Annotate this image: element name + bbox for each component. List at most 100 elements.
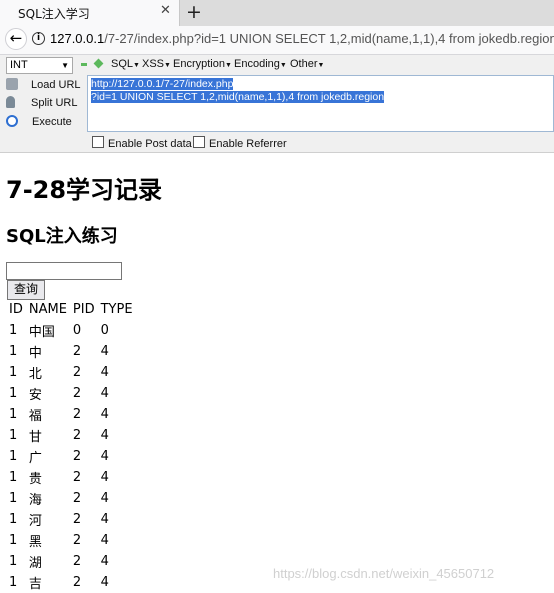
url-host: 127.0.0.1 bbox=[50, 31, 105, 46]
table-cell: 中国 bbox=[28, 325, 55, 340]
menu-xss-label: XSS bbox=[142, 58, 165, 70]
enable-post-label: Enable Post data bbox=[108, 138, 192, 150]
table-cell: 4 bbox=[100, 575, 109, 590]
execute-label: Execute bbox=[32, 116, 72, 128]
table-cell: 1 bbox=[9, 386, 18, 401]
load-url-button[interactable]: Load URL bbox=[6, 78, 81, 91]
table-cell: 2 bbox=[72, 470, 82, 485]
tab-title: SQL注入学习 bbox=[18, 7, 90, 21]
minus-icon[interactable] bbox=[81, 63, 87, 66]
table-cell: 2 bbox=[72, 449, 82, 464]
url-path: /7-27/index.php?id=1 UNION SELECT 1,2,mi… bbox=[104, 31, 554, 46]
table-row: 1贵 2 4 bbox=[6, 467, 136, 488]
load-url-label: Load URL bbox=[31, 79, 81, 91]
table-cell: 4 bbox=[100, 554, 109, 569]
table-cell: 1 bbox=[9, 407, 18, 422]
table-cell: 4 bbox=[100, 491, 109, 506]
split-url-button[interactable]: Split URL bbox=[6, 96, 77, 109]
table-body: 1 中国 0 0 1 中 2 4 1 北 2 4 1 安 2 4 1 福 2 4 1 甘 2 4 1 广 2 4 1 贵 2 4 1 海 2 4 1 河 2… bbox=[6, 320, 136, 593]
query-button[interactable]: 查询 bbox=[7, 280, 46, 300]
table-cell: 北 bbox=[28, 367, 42, 382]
menu-encoding[interactable]: Encoding▼ bbox=[234, 58, 287, 70]
hackbar-url-textarea[interactable]: http://127.0.0.1/7-27/index.php ?id=1 UN… bbox=[87, 75, 554, 132]
active-tab[interactable]: SQL注入学习 ✕ bbox=[0, 0, 180, 26]
page-title: 7-28学习记录 bbox=[6, 176, 163, 204]
menu-xss[interactable]: XSS▼ bbox=[142, 58, 171, 70]
menu-encryption-label: Encryption bbox=[173, 58, 225, 70]
table-cell: 2 bbox=[72, 533, 82, 548]
table-row: 1中 2 4 bbox=[6, 341, 136, 362]
table-cell: 1 bbox=[9, 344, 18, 359]
table-cell: 2 bbox=[72, 491, 82, 506]
caret-down-icon: ▼ bbox=[279, 62, 287, 69]
menu-other[interactable]: Other▼ bbox=[290, 58, 324, 70]
menu-sql[interactable]: SQL▼ bbox=[111, 58, 140, 70]
table-row: 1 中国 0 0 bbox=[6, 320, 136, 341]
split-url-icon bbox=[6, 96, 15, 108]
table-row: 1海 2 4 bbox=[6, 488, 136, 509]
type-select-value: INT bbox=[10, 59, 28, 71]
table-cell: 2 bbox=[72, 428, 82, 443]
header-name: NAME bbox=[28, 302, 67, 317]
table-row: 1安 2 4 bbox=[6, 383, 136, 404]
table-row: 1湖 2 4 bbox=[6, 551, 136, 572]
nav-bar: ← i 127.0.0.1/7-27/index.php?id=1 UNION … bbox=[0, 26, 554, 55]
execute-button[interactable]: Execute bbox=[6, 115, 72, 128]
tab-bar: SQL注入学习 ✕ + bbox=[0, 0, 554, 26]
address-bar[interactable]: 127.0.0.1/7-27/index.php?id=1 UNION SELE… bbox=[50, 31, 554, 46]
textarea-line-1: http://127.0.0.1/7-27/index.php bbox=[91, 78, 234, 90]
table-cell: 2 bbox=[72, 512, 82, 527]
load-url-icon bbox=[6, 78, 18, 90]
search-input[interactable] bbox=[6, 262, 122, 280]
table-cell: 广 bbox=[28, 451, 42, 466]
table-cell: 贵 bbox=[28, 472, 42, 487]
menu-encryption[interactable]: Encryption▼ bbox=[173, 58, 232, 70]
table-cell: 0 bbox=[100, 323, 109, 338]
table-cell: 1 bbox=[9, 575, 18, 590]
table-row: 1河 2 4 bbox=[6, 509, 136, 530]
back-arrow-icon[interactable]: ← bbox=[5, 28, 27, 50]
table-cell: 2 bbox=[72, 365, 82, 380]
table-cell: 1 bbox=[9, 512, 18, 527]
table-cell: 黑 bbox=[28, 535, 42, 550]
table-cell: 2 bbox=[72, 554, 82, 569]
table-cell: 4 bbox=[100, 365, 109, 380]
site-info-icon[interactable]: i bbox=[32, 32, 45, 45]
caret-down-icon: ▼ bbox=[224, 62, 232, 69]
close-tab-icon[interactable]: ✕ bbox=[160, 3, 171, 18]
table-header-row: ID NAME PID TYPE bbox=[6, 299, 136, 320]
table-row: 1甘 2 4 bbox=[6, 425, 136, 446]
table-cell: 湖 bbox=[28, 556, 42, 571]
table-cell: 1 bbox=[9, 491, 18, 506]
type-select[interactable]: INT ▼ bbox=[6, 57, 73, 74]
table-cell: 1 bbox=[9, 365, 18, 380]
table-cell: 1 bbox=[9, 428, 18, 443]
textarea-line-2: ?id=1 UNION SELECT 1,2,mid(name,1,1),4 f… bbox=[91, 91, 385, 103]
checkbox-box bbox=[193, 136, 205, 148]
table-cell: 1 bbox=[9, 554, 18, 569]
table-cell: 0 bbox=[72, 323, 82, 338]
table-cell: 2 bbox=[72, 386, 82, 401]
execute-icon bbox=[6, 115, 18, 127]
header-pid: PID bbox=[72, 302, 95, 317]
table-cell: 4 bbox=[100, 428, 109, 443]
new-tab-icon[interactable]: + bbox=[186, 0, 202, 24]
table-row: 1黑 2 4 bbox=[6, 530, 136, 551]
table-cell: 安 bbox=[28, 388, 42, 403]
caret-down-icon: ▼ bbox=[164, 62, 171, 69]
table-cell: 2 bbox=[72, 344, 82, 359]
enable-referrer-checkbox[interactable]: Enable Referrer bbox=[193, 136, 287, 150]
table-cell: 4 bbox=[100, 344, 109, 359]
hackbar-panel: INT ▼ SQL▼ XSS▼ Encryption▼ Encoding▼ Oth… bbox=[0, 55, 554, 153]
results-table: ID NAME PID TYPE 1 中国 0 0 1 中 2 4 1 北 2 4 1 安 2 4 1 福 2 4 1 甘… bbox=[6, 299, 136, 593]
menu-other-label: Other bbox=[290, 58, 318, 70]
table-row: 1广 2 4 bbox=[6, 446, 136, 467]
table-cell: 4 bbox=[100, 512, 109, 527]
watermark: https://blog.csdn.net/weixin_45650712 bbox=[273, 566, 495, 581]
table-cell: 中 bbox=[28, 346, 42, 361]
enable-post-checkbox[interactable]: Enable Post data bbox=[92, 136, 192, 150]
table-row: 1北 2 4 bbox=[6, 362, 136, 383]
caret-down-icon: ▼ bbox=[133, 62, 140, 69]
plus-icon[interactable] bbox=[93, 58, 104, 69]
table-cell: 4 bbox=[100, 533, 109, 548]
